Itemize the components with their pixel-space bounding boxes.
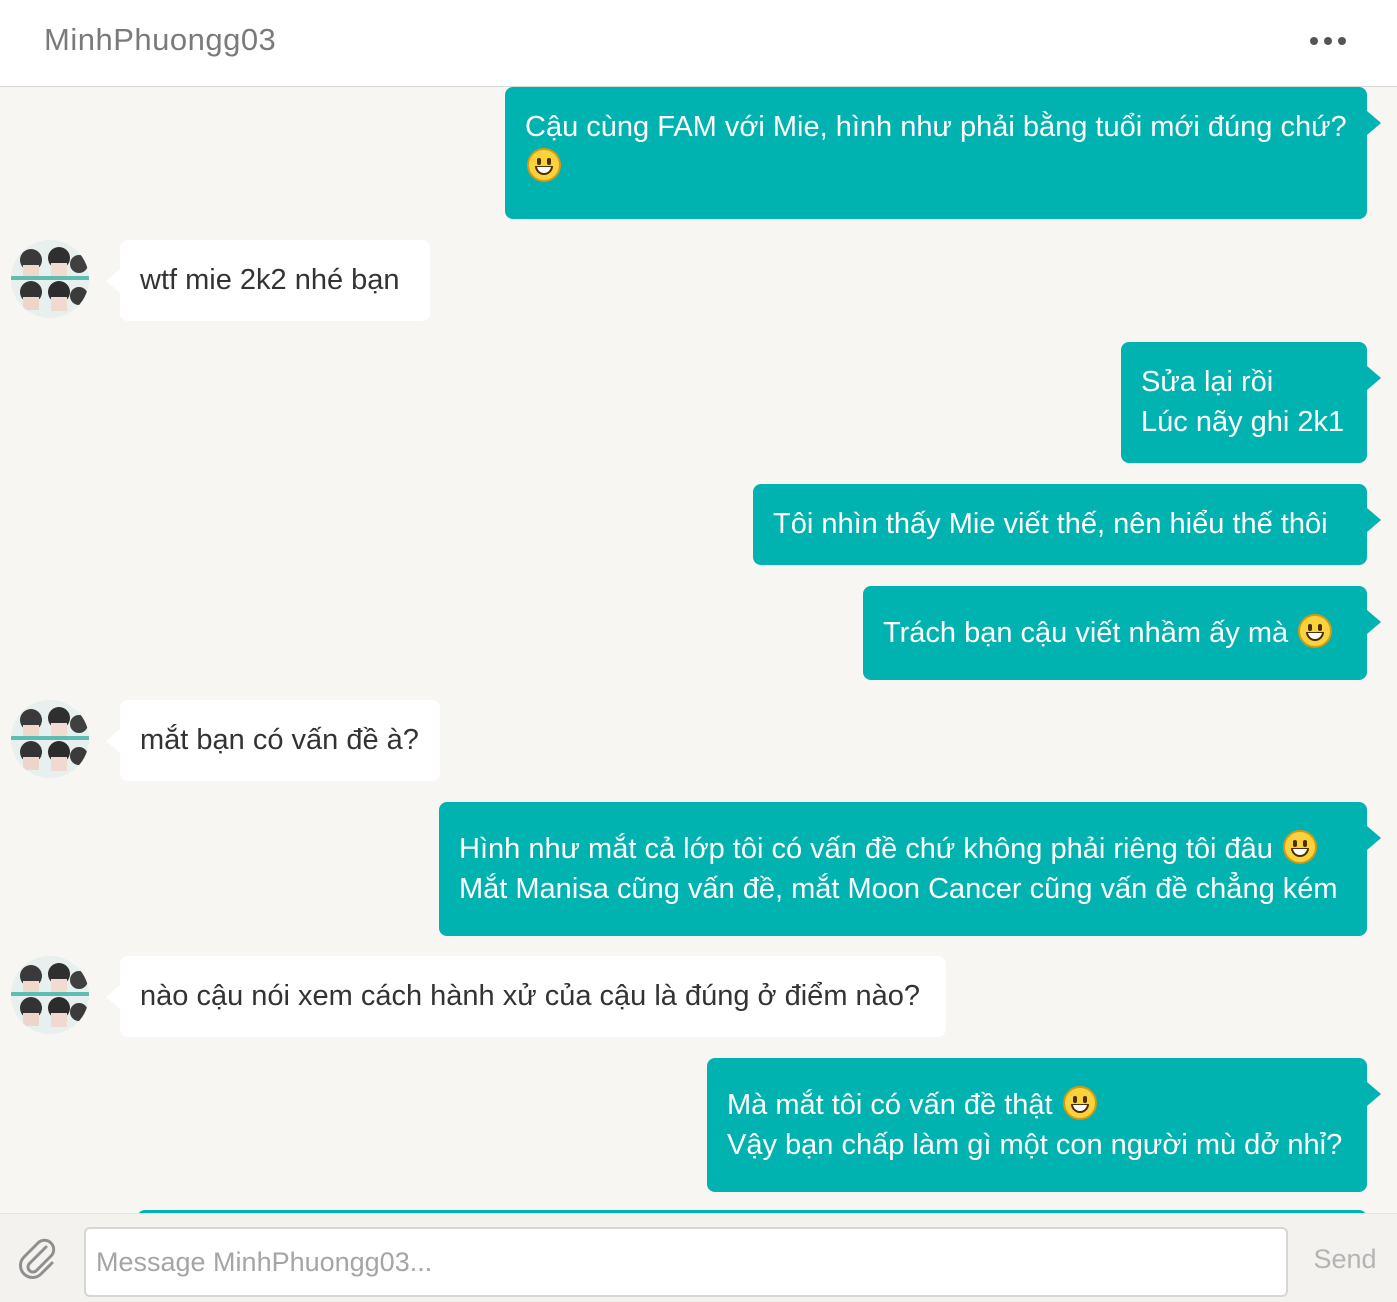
avatar[interactable] [11,240,89,318]
message-bubble-outgoing: Mà mắt tôi có vấn đề thật Vậy bạn chấp l… [707,1058,1381,1192]
message-text: Lúc nãy ghi 2k1 [1141,406,1345,438]
message-text: Trách bạn cậu viết nhầm ấy mà [883,617,1289,649]
message-text: Tôi nhìn thấy Mie viết thế, nên hiểu thế… [773,508,1328,540]
message-text: mắt bạn có vấn đề à? [140,724,419,756]
message-bubble-outgoing: Trách bạn cậu viết nhầm ấy mà [863,586,1381,680]
avatar[interactable] [11,700,89,778]
send-button[interactable]: Send [1300,1244,1390,1275]
message-bubble-incoming: mắt bạn có vấn đề à? [106,700,440,781]
message-bubble-outgoing: Cậu cùng FAM với Mie, hình như phải bằng… [505,87,1381,219]
conversation-title: MinhPhuongg03 [44,22,277,57]
message-text: Hình như mắt cả lớp tôi có vấn đề chứ kh… [459,833,1273,865]
message-bubble-incoming: wtf mie 2k2 nhé bạn [106,240,430,321]
more-options-icon[interactable] [1302,26,1354,56]
message-bubble-incoming: nào cậu nói xem cách hành xử của cậu là … [106,956,946,1037]
grinning-emoji-icon [1298,614,1333,648]
paperclip-icon[interactable] [16,1237,60,1281]
grinning-emoji-icon [527,148,561,182]
grinning-emoji-icon [1062,1086,1097,1120]
message-text: Mà mắt tôi có vấn đề thật [727,1089,1053,1121]
message-text: nào cậu nói xem cách hành xử của cậu là … [140,980,921,1012]
message-bubble-outgoing: Tôi nhìn thấy Mie viết thế, nên hiểu thế… [753,484,1381,565]
message-thread[interactable]: Cậu cùng FAM với Mie, hình như phải bằng… [0,87,1397,1213]
message-input[interactable] [84,1227,1288,1297]
grinning-emoji-icon [1282,830,1317,864]
message-text: wtf mie 2k2 nhé bạn [140,264,400,296]
message-bubble-outgoing: Hình như mắt cả lớp tôi có vấn đề chứ kh… [439,802,1381,936]
message-text: Cậu cùng FAM với Mie, hình như phải bằng… [525,111,1347,143]
message-text: Mắt Manisa cũng vấn đề, mắt Moon Cancer … [459,873,1338,905]
message-text: Sửa lại rồi [1141,366,1274,398]
message-text: Vậy bạn chấp làm gì một con người mù dở … [727,1129,1343,1161]
message-composer: Send [0,1213,1397,1302]
message-bubble-outgoing: Sửa lại rồi Lúc nãy ghi 2k1 [1121,342,1381,463]
avatar[interactable] [11,956,89,1034]
chat-header: MinhPhuongg03 [0,0,1397,87]
